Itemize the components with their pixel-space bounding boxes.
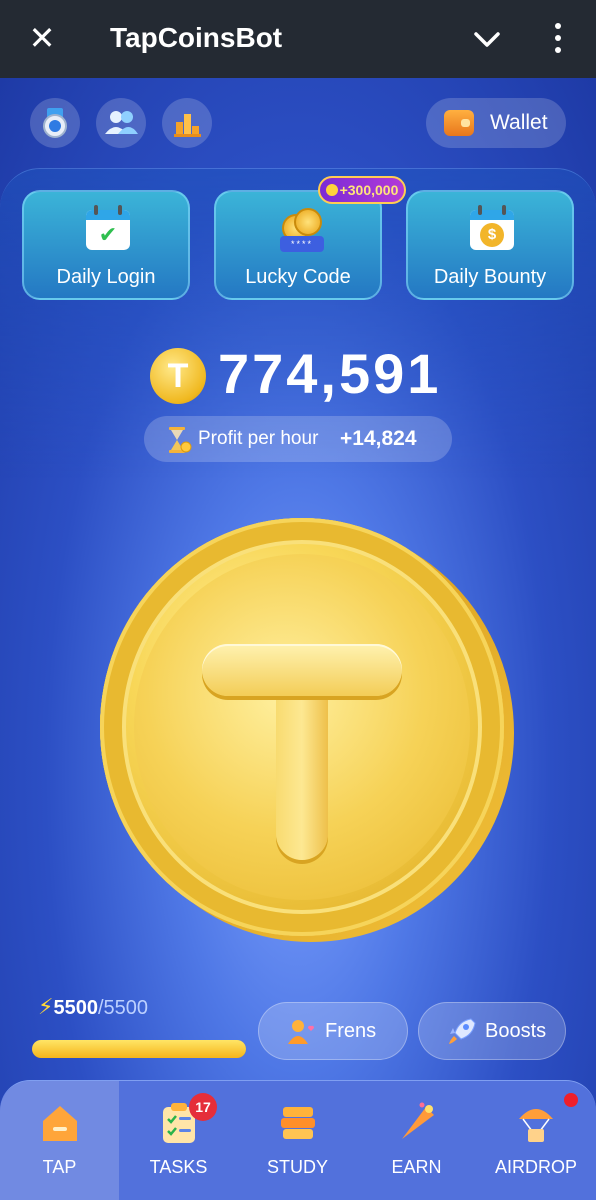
reward-badge-text: +300,000 xyxy=(339,182,399,198)
wallet-label: Wallet xyxy=(490,111,548,134)
leaderboard-button[interactable] xyxy=(162,98,212,148)
coin-icon xyxy=(325,184,338,196)
energy-current: 5500 xyxy=(53,997,98,1019)
nav-tasks[interactable]: 17 TASKS xyxy=(119,1081,238,1200)
tap-coin-icon xyxy=(100,518,504,936)
hourglass-icon xyxy=(169,427,192,453)
nav-tap-label: TAP xyxy=(42,1157,77,1177)
app-header: ✕ TapCoinsBot xyxy=(0,0,596,78)
home-icon xyxy=(43,1106,77,1141)
daily-login-card[interactable]: ✔ Daily Login xyxy=(22,190,190,300)
wallet-button[interactable]: Wallet xyxy=(426,98,566,148)
energy-max: /5500 xyxy=(97,997,149,1019)
nav-tap[interactable]: TAP xyxy=(0,1081,119,1200)
calendar-coin-icon: $ xyxy=(470,205,514,250)
nav-earn[interactable]: EARN xyxy=(357,1081,476,1200)
coin-balance: 774,591 xyxy=(218,342,442,405)
rocket-icon xyxy=(449,1018,476,1044)
friend-heart-icon xyxy=(288,1020,315,1044)
bottom-nav: TAP 17 TASKS STUDY EARN AIRDROP xyxy=(0,1080,596,1200)
lightning-icon: ⚡ xyxy=(38,994,54,1019)
friends-button[interactable] xyxy=(96,98,146,148)
medal-icon xyxy=(43,108,67,138)
nav-airdrop[interactable]: AIRDROP xyxy=(476,1081,596,1200)
profit-per-hour[interactable]: Profit per hour +14,824 xyxy=(144,416,452,462)
tap-coin-button[interactable] xyxy=(100,518,514,942)
tasks-badge: 17 xyxy=(189,1093,217,1121)
balance-coin-icon: T xyxy=(150,348,206,404)
close-icon[interactable]: ✕ xyxy=(26,18,58,58)
energy-bar xyxy=(32,1040,246,1058)
nav-study-label: STUDY xyxy=(266,1157,328,1177)
earn-icon xyxy=(402,1102,434,1139)
frens-button[interactable]: Frens xyxy=(258,1002,408,1060)
app-title: TapCoinsBot xyxy=(110,22,283,53)
app-body: Wallet ✔ Daily Login **** Lucky Code +30… xyxy=(0,78,596,1200)
study-icon xyxy=(281,1107,315,1139)
frens-label: Frens xyxy=(325,1020,377,1042)
airdrop-icon xyxy=(519,1109,553,1142)
daily-login-label: Daily Login xyxy=(56,266,156,288)
nav-tasks-label: TASKS xyxy=(149,1157,208,1177)
profit-label: Profit per hour xyxy=(198,428,319,449)
energy-counter: ⚡5500/5500 xyxy=(38,994,148,1020)
chevron-down-icon[interactable] xyxy=(470,24,504,54)
energy-bar-fill xyxy=(32,1040,246,1058)
leaderboard-icon xyxy=(174,114,201,137)
reward-badge: +300,000 xyxy=(318,176,406,204)
lucky-code-card[interactable]: **** Lucky Code xyxy=(214,190,382,300)
nav-earn-label: EARN xyxy=(391,1157,442,1177)
coins-code-icon: **** xyxy=(276,208,326,254)
airdrop-notification-dot xyxy=(564,1093,578,1107)
medal-button[interactable] xyxy=(30,98,80,148)
daily-bounty-card[interactable]: $ Daily Bounty xyxy=(406,190,574,300)
nav-airdrop-label: AIRDROP xyxy=(494,1157,577,1177)
calendar-check-icon: ✔ xyxy=(86,205,130,250)
wallet-icon xyxy=(444,110,474,136)
nav-study[interactable]: STUDY xyxy=(238,1081,357,1200)
boosts-button[interactable]: Boosts xyxy=(418,1002,566,1060)
profit-value: +14,824 xyxy=(340,427,417,450)
friends-icon xyxy=(105,111,138,134)
lucky-code-label: Lucky Code xyxy=(245,266,351,288)
daily-bounty-label: Daily Bounty xyxy=(433,266,547,288)
boosts-label: Boosts xyxy=(485,1020,547,1042)
more-vertical-icon[interactable] xyxy=(546,20,570,56)
